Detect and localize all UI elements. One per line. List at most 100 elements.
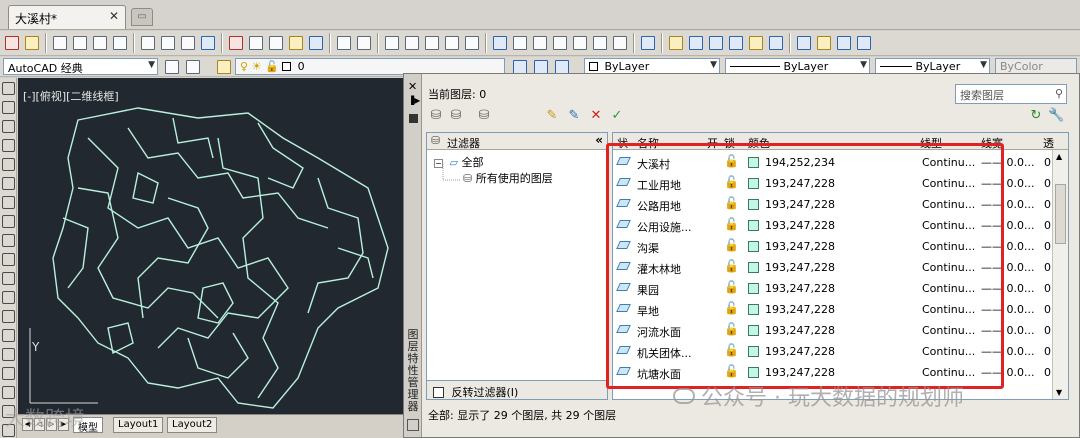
hatch-icon[interactable] [2, 348, 15, 361]
palette-settings-icon[interactable] [407, 419, 419, 431]
close-icon[interactable]: ✕ [408, 80, 417, 93]
layer-transparency[interactable]: 0 [1044, 366, 1051, 379]
scroll-up-icon[interactable]: ▲ [1056, 152, 1062, 161]
layer-color-value[interactable]: 193,247,228 [765, 366, 835, 379]
zoom-window-icon[interactable] [422, 33, 441, 53]
invert-filter-checkbox[interactable]: 反转过滤器(I) [426, 380, 608, 400]
collapse-filter-icon[interactable]: « [595, 133, 603, 147]
sheet-set-icon[interactable] [530, 33, 549, 53]
layer-row[interactable]: 灌木林地 🔓 193,247,228 Continu... —— 0.0... 0 [613, 257, 1053, 278]
layer-name[interactable]: 大溪村 [637, 156, 670, 172]
layer-status-icon[interactable] [616, 241, 631, 249]
layer-color-swatch[interactable] [748, 178, 759, 189]
construction-line-icon[interactable] [2, 101, 15, 114]
layer-linetype[interactable]: Continu... [922, 261, 975, 274]
dim-angle-icon[interactable] [766, 33, 785, 53]
zoom-icon[interactable] [402, 33, 421, 53]
layer-states-manager-icon[interactable]: ⛁ [476, 108, 492, 124]
new-vp-frozen-layer-icon[interactable]: ✎ [566, 108, 582, 124]
pdf-icon[interactable] [834, 33, 853, 53]
redo-icon[interactable] [354, 33, 373, 53]
unlock-icon[interactable]: 🔓 [724, 175, 739, 189]
make-block-icon[interactable] [2, 310, 15, 323]
dim-diameter-icon[interactable] [746, 33, 765, 53]
layer-name[interactable]: 公用设施... [637, 219, 692, 235]
dim-base-icon[interactable] [814, 33, 833, 53]
tool-palette-icon[interactable] [510, 33, 529, 53]
layer-color-value[interactable]: 193,247,228 [765, 303, 835, 316]
layer-name[interactable]: 沟渠 [637, 240, 659, 256]
pdf-icon[interactable] [2, 33, 21, 53]
layer-linetype[interactable]: Continu... [922, 156, 975, 169]
spline-icon[interactable] [2, 234, 15, 247]
layer-row[interactable]: 公路用地 🔓 193,247,228 Continu... —— 0.0... 0 [613, 194, 1053, 215]
properties-icon[interactable] [409, 114, 418, 123]
open-icon[interactable] [70, 33, 89, 53]
refresh-icon[interactable]: ↻ [1028, 108, 1044, 124]
layer-color-value[interactable]: 193,247,228 [765, 324, 835, 337]
layer-status-icon[interactable] [616, 304, 631, 312]
layer-lineweight[interactable]: —— 0.0... [981, 177, 1034, 190]
search-icon[interactable]: ⚲ [1055, 87, 1063, 100]
layer-transparency[interactable]: 0 [1044, 324, 1051, 337]
cloud-icon[interactable] [2, 215, 15, 228]
new-tab-button[interactable]: ▭ [131, 8, 153, 26]
unlock-icon[interactable]: 🔓 [724, 343, 739, 357]
layer-color-value[interactable]: 193,247,228 [765, 345, 835, 358]
saveas-icon[interactable] [110, 33, 129, 53]
layer-row[interactable]: 旱地 🔓 193,247,228 Continu... —— 0.0... 0 [613, 299, 1053, 320]
layer-transparency[interactable]: 0 [1044, 198, 1051, 211]
publish-icon[interactable] [22, 33, 41, 53]
unlock-icon[interactable]: 🔓 [724, 280, 739, 294]
polyline-icon[interactable] [2, 120, 15, 133]
layer-row[interactable]: 沟渠 🔓 193,247,228 Continu... —— 0.0... 0 [613, 236, 1053, 257]
column-name[interactable]: 名称 [637, 135, 659, 151]
circle-icon[interactable] [2, 196, 15, 209]
unlock-icon[interactable]: 🔓 [724, 301, 739, 315]
column-color[interactable]: 颜色 [748, 135, 770, 151]
unlock-icon[interactable]: 🔓 [724, 259, 739, 273]
unlock-icon[interactable]: 🔓 [724, 196, 739, 210]
help-icon[interactable] [590, 33, 609, 53]
dim-arc-icon[interactable] [666, 33, 685, 53]
layer-color-value[interactable]: 194,252,234 [765, 156, 835, 169]
layer-row[interactable]: 公用设施... 🔓 193,247,228 Continu... —— 0.0... 0 [613, 215, 1053, 236]
match-icon[interactable] [286, 33, 305, 53]
layer-linetype[interactable]: Continu... [922, 282, 975, 295]
workspace-settings-icon[interactable] [183, 57, 202, 77]
layer-row[interactable]: 机关团体... 🔓 193,247,228 Continu... —— 0.0... 0 [613, 341, 1053, 362]
close-icon[interactable]: ✕ [109, 9, 119, 23]
layer-name[interactable]: 旱地 [637, 303, 659, 319]
delete-layer-icon[interactable]: ✕ [588, 108, 604, 124]
gradient-icon[interactable] [2, 367, 15, 380]
layer-lineweight[interactable]: —— 0.0... [981, 156, 1034, 169]
layer-lineweight[interactable]: —— 0.0... [981, 261, 1034, 274]
pan-icon[interactable] [382, 33, 401, 53]
plot-icon[interactable] [138, 33, 157, 53]
markup-icon[interactable] [550, 33, 569, 53]
layer-transparency[interactable]: 0 [1044, 303, 1051, 316]
layer-lineweight[interactable]: —— 0.0... [981, 219, 1034, 232]
auto-hide-icon[interactable]: ▐▶ [408, 96, 420, 105]
layer-transparency[interactable]: 0 [1044, 345, 1051, 358]
layer-color-swatch[interactable] [748, 304, 759, 315]
layer-lineweight[interactable]: —— 0.0... [981, 303, 1034, 316]
layer-linetype[interactable]: Continu... [922, 303, 975, 316]
ellipse-arc-icon[interactable] [2, 272, 15, 285]
dim-aligned-icon[interactable] [638, 33, 657, 53]
column-status[interactable]: 状 [617, 135, 628, 151]
rectangle-icon[interactable] [2, 158, 15, 171]
layer-status-icon[interactable] [616, 325, 631, 333]
design-center-icon[interactable] [490, 33, 509, 53]
layer-color-swatch[interactable] [748, 346, 759, 357]
layer-transparency[interactable]: 0 [1044, 261, 1051, 274]
save-icon[interactable] [90, 33, 109, 53]
layer-row[interactable]: 河流水面 🔓 193,247,228 Continu... —— 0.0... 0 [613, 320, 1053, 341]
layer-transparency[interactable]: 0 [1044, 219, 1051, 232]
layer-name[interactable]: 机关团体... [637, 345, 692, 361]
polygon-icon[interactable] [2, 139, 15, 152]
workspace-select[interactable]: AutoCAD 经典 ▼ [3, 58, 158, 75]
tab-layout2[interactable]: Layout2 [167, 417, 218, 433]
layer-lineweight[interactable]: —— 0.0... [981, 345, 1034, 358]
drawing-canvas[interactable]: [-][俯视][二维线框] Y [18, 78, 403, 414]
